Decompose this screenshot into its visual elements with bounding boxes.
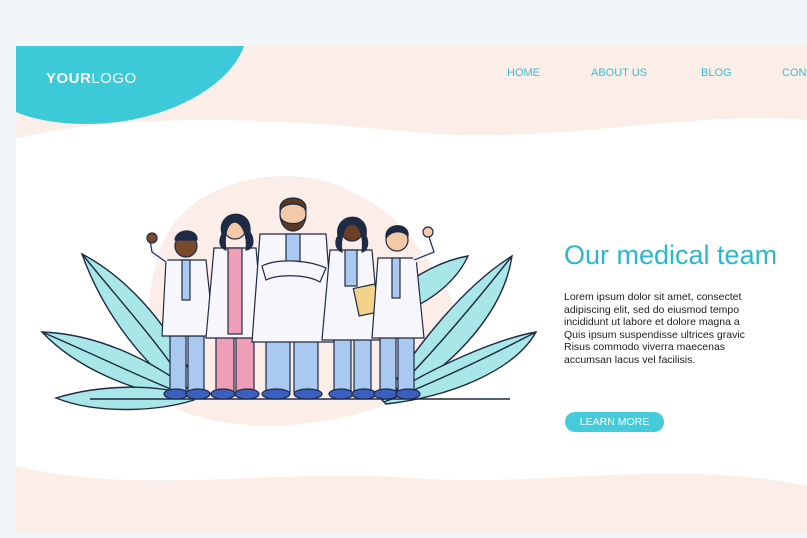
doctor-icon: [321, 216, 382, 400]
hero-description: Lorem ipsum dolor sit amet, consectet ad…: [564, 291, 745, 366]
medical-team-illustration: [40, 197, 538, 411]
doctor-icon: [251, 197, 335, 400]
learn-more-button[interactable]: LEARN MORE: [565, 412, 664, 432]
landing-page: YOURLOGO HOME ABOUT US BLOG CON Our medi…: [16, 46, 807, 532]
hero-title: Our medical team: [564, 240, 778, 270]
